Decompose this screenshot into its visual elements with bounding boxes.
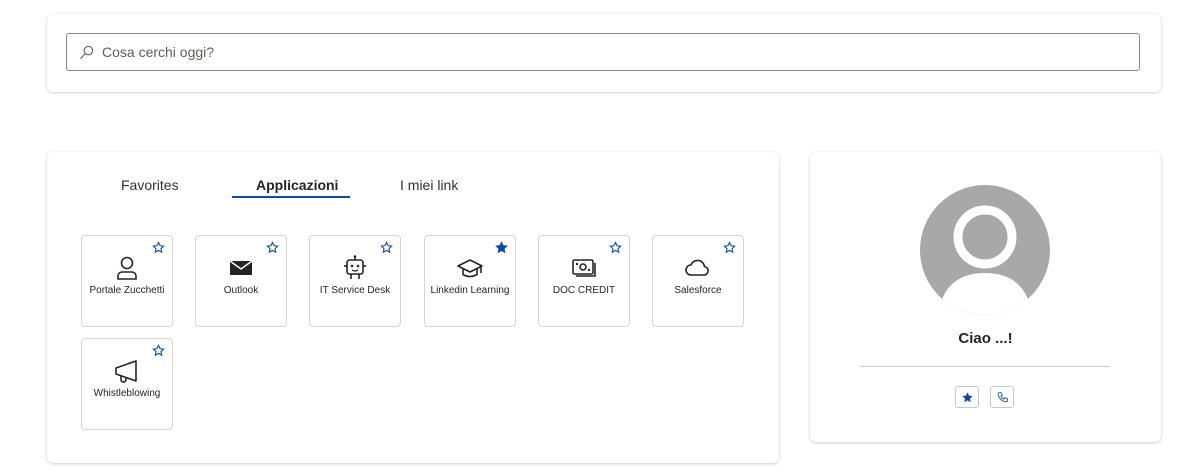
apps-card: Favorites Applicazioni I miei link Porta…: [47, 152, 779, 463]
bot-icon: [344, 255, 366, 279]
mail-icon: [229, 260, 253, 275]
star-outline-icon[interactable]: [266, 241, 279, 254]
active-tab-indicator: [232, 196, 350, 198]
tab-applicazioni[interactable]: Applicazioni: [256, 177, 338, 193]
phone-icon: [997, 391, 1008, 402]
star-outline-icon[interactable]: [380, 241, 393, 254]
app-label: Whistleblowing: [93, 388, 161, 399]
cloud-icon: [685, 259, 709, 276]
app-label: DOC CREDIT: [552, 285, 616, 296]
divider: [860, 366, 1110, 367]
graduation-cap-icon: [457, 259, 483, 278]
app-tile-whistleblowing[interactable]: Whistleblowing: [81, 338, 173, 430]
app-label: Outlook: [223, 285, 259, 296]
tab-miei-link[interactable]: I miei link: [400, 177, 458, 193]
money-icon: [572, 259, 596, 277]
search-box[interactable]: [66, 33, 1140, 71]
megaphone-icon: [115, 360, 137, 383]
avatar-placeholder-icon: [938, 205, 1032, 315]
app-tile-it-service-desk[interactable]: IT Service Desk: [309, 235, 401, 327]
star-outline-icon[interactable]: [723, 241, 736, 254]
app-tile-portale-zucchetti[interactable]: Portale Zucchetti: [81, 235, 173, 327]
search-card: [47, 14, 1161, 92]
app-label: Salesforce: [674, 285, 722, 296]
search-icon: [80, 45, 94, 59]
avatar: [920, 185, 1050, 315]
star-outline-icon[interactable]: [609, 241, 622, 254]
app-label: Portale Zucchetti: [89, 285, 165, 296]
greeting-text: Ciao ...!: [958, 330, 1013, 347]
app-tile-outlook[interactable]: Outlook: [195, 235, 287, 327]
star-outline-icon[interactable]: [152, 241, 165, 254]
app-label: Linkedin Learning: [430, 285, 510, 296]
app-tile-linkedin-learning[interactable]: Linkedin Learning: [424, 235, 516, 327]
app-label: IT Service Desk: [319, 285, 391, 296]
call-button[interactable]: [990, 386, 1014, 408]
star-filled-icon[interactable]: [495, 241, 508, 254]
favorites-button[interactable]: [955, 386, 979, 408]
star-outline-icon[interactable]: [152, 344, 165, 357]
tab-bar: Favorites Applicazioni I miei link: [47, 152, 779, 212]
profile-card: Ciao ...!: [810, 152, 1161, 442]
app-tile-doc-credit[interactable]: DOC CREDIT: [538, 235, 630, 327]
star-icon: [961, 391, 973, 402]
tab-favorites[interactable]: Favorites: [121, 177, 179, 193]
person-icon: [117, 256, 137, 280]
app-tile-salesforce[interactable]: Salesforce: [652, 235, 744, 327]
search-input[interactable]: [100, 43, 1139, 61]
